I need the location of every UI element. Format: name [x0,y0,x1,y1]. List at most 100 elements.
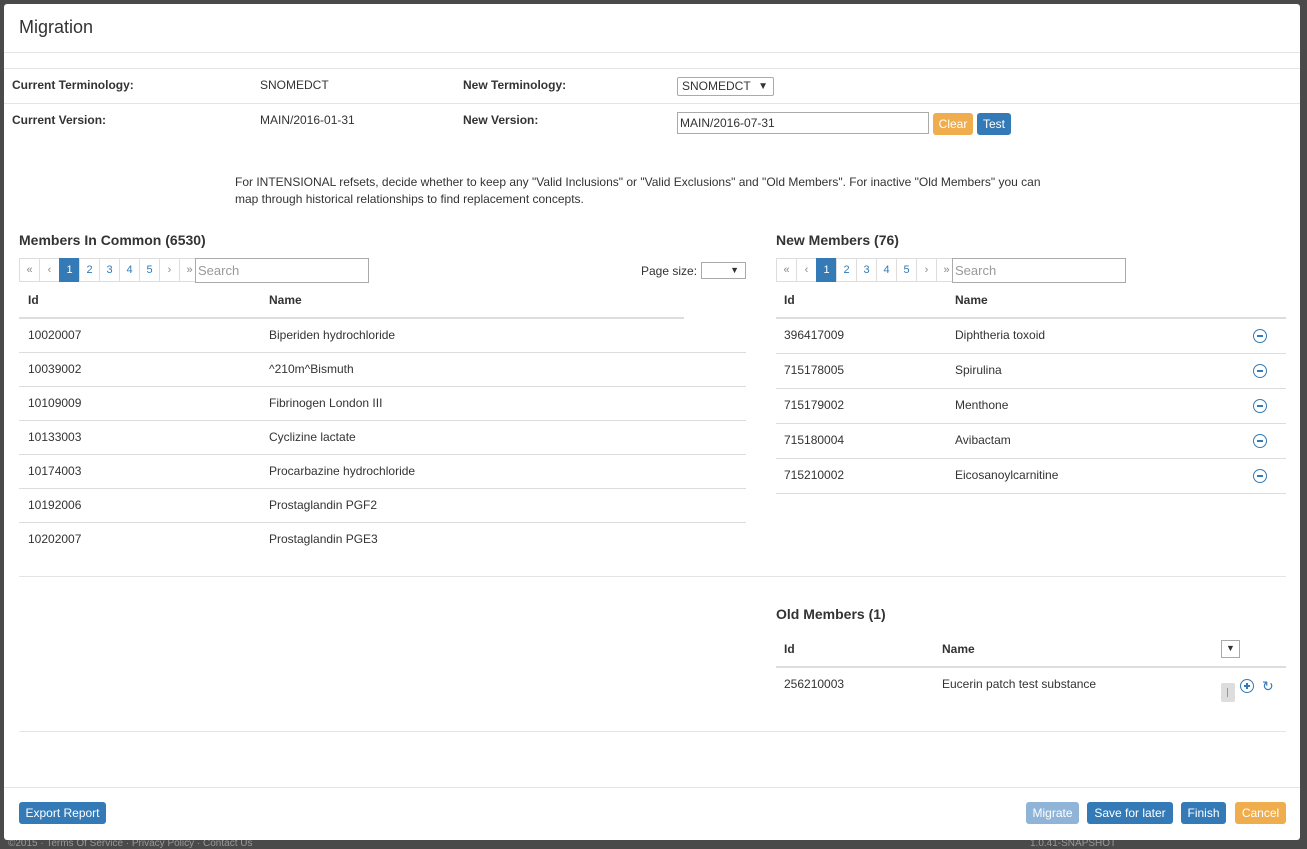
pager-page-2[interactable]: 2 [79,258,100,282]
new-row-divider [776,493,1286,494]
new-row-divider [776,353,1286,354]
new-row-divider [776,388,1286,389]
new-members-search-input[interactable] [952,258,1126,283]
caret-down-icon: ▼ [1226,643,1235,653]
members-in-common-title: Members In Common (6530) [19,232,206,248]
minus-circle-icon[interactable] [1253,399,1267,413]
pager-first[interactable]: « [19,258,40,282]
new-terminology-label: New Terminology: [463,78,567,92]
common-row-divider [19,386,746,387]
pager-page-4[interactable]: 4 [119,258,140,282]
new-col-id: Id [784,293,795,307]
header-divider [4,52,1300,53]
intensional-info-text: For INTENSIONAL refsets, decide whether … [235,175,1041,206]
common-row-id: 10133003 [28,430,82,444]
old-col-id: Id [784,642,795,656]
cancel-button[interactable]: Cancel [1235,802,1286,824]
pager-next[interactable]: › [916,258,937,282]
pager-first[interactable]: « [776,258,797,282]
common-row-divider [19,522,746,523]
new-row-divider [776,458,1286,459]
minus-circle-icon[interactable] [1253,434,1267,448]
old-member-name: Eucerin patch test substance [942,677,1097,691]
common-row-name: Procarbazine hydrochloride [269,464,416,478]
old-members-filter-select[interactable]: ▼ [1221,640,1240,658]
finish-button[interactable]: Finish [1181,802,1226,824]
pager-page-4[interactable]: 4 [876,258,897,282]
new-terminology-value: SNOMEDCT [682,79,751,93]
pager-page-3[interactable]: 3 [856,258,877,282]
new-version-label: New Version: [463,113,539,127]
pager-page-1[interactable]: 1 [816,258,837,282]
common-row-name: Prostaglandin PGF2 [269,498,378,512]
current-terminology-value: SNOMEDCT [260,78,329,92]
page-size-select[interactable]: ▼ [701,262,746,279]
new-col-name: Name [955,293,988,307]
common-row-id: 10020007 [28,328,82,342]
common-row-id: 10109009 [28,396,82,410]
pager-prev[interactable]: ‹ [796,258,817,282]
refresh-icon[interactable]: ↻ [1262,679,1274,693]
common-search-input[interactable] [195,258,369,283]
minus-circle-icon[interactable] [1253,469,1267,483]
new-row-name: Spirulina [955,363,1002,377]
new-row-id: 715178005 [784,363,845,377]
pager-page-5[interactable]: 5 [139,258,160,282]
migration-modal: Migration Current Terminology: SNOMEDCT … [4,4,1300,840]
test-button[interactable]: Test [977,113,1011,135]
terminology-top-divider [4,68,1300,69]
mid-divider [19,576,1286,577]
new-row-id: 715210002 [784,468,845,482]
old-col-name: Name [942,642,975,656]
pager-prev[interactable]: ‹ [39,258,60,282]
export-report-button[interactable]: Export Report [19,802,106,824]
current-version-label: Current Version: [12,113,107,127]
new-version-input[interactable] [677,112,929,134]
common-row-name: Fibrinogen London III [269,396,383,410]
common-row-id: 10202007 [28,532,82,546]
new-row-name: Avibactam [955,433,1011,447]
pager-page-5[interactable]: 5 [896,258,917,282]
save-for-later-button[interactable]: Save for later [1087,802,1173,824]
new-members-title: New Members (76) [776,232,899,248]
common-row-id: 10174003 [28,464,82,478]
old-members-title: Old Members (1) [776,606,886,622]
common-row-divider [19,420,746,421]
clear-button[interactable]: Clear [933,113,973,135]
pager-page-2[interactable]: 2 [836,258,857,282]
minus-circle-icon[interactable] [1253,329,1267,343]
old-member-id: 256210003 [784,677,845,691]
common-header-line [19,317,684,319]
minus-circle-icon[interactable] [1253,364,1267,378]
common-row-name: Biperiden hydrochloride [269,328,396,342]
new-row-name: Menthone [955,398,1009,412]
pager-next[interactable]: › [159,258,180,282]
common-row-divider [19,352,746,353]
common-row-name: ^210m^Bismuth [269,362,354,376]
new-members-pagination: « ‹ 1 2 3 4 5 › » [776,258,957,282]
common-row-id: 10192006 [28,498,82,512]
common-pagination: « ‹ 1 2 3 4 5 › » [19,258,200,282]
plus-circle-icon[interactable] [1240,679,1254,693]
version-divider [4,103,1300,104]
common-col-name: Name [269,293,302,307]
new-row-id: 396417009 [784,328,845,342]
pager-page-3[interactable]: 3 [99,258,120,282]
bottom-content-divider [19,731,1286,732]
old-member-handle[interactable] [1221,683,1235,702]
common-row-divider [19,488,746,489]
migrate-button[interactable]: Migrate [1026,802,1079,824]
caret-down-icon: ▼ [730,265,739,275]
common-col-id: Id [28,293,39,307]
footer-divider [4,787,1300,788]
common-row-id: 10039002 [28,362,82,376]
new-row-id: 715180004 [784,433,845,447]
new-row-id: 715179002 [784,398,845,412]
current-terminology-label: Current Terminology: [12,78,134,92]
pager-page-1[interactable]: 1 [59,258,80,282]
modal-title: Migration [19,17,94,37]
new-terminology-select[interactable]: SNOMEDCT ▼ [677,77,774,96]
new-row-name: Diphtheria toxoid [955,328,1046,342]
current-version-value: MAIN/2016-01-31 [260,113,355,127]
caret-down-icon: ▼ [758,81,768,92]
